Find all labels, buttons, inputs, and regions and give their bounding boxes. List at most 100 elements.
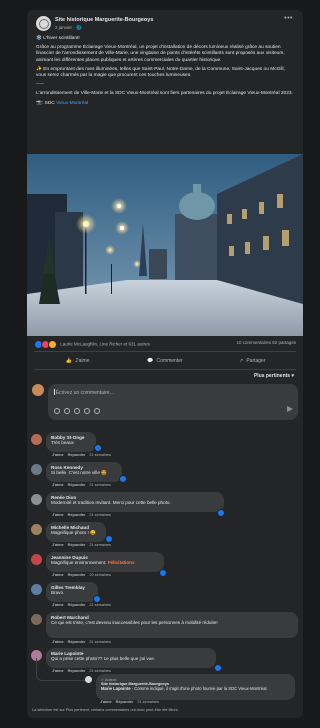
comment-reply-link[interactable]: Répondre (68, 513, 86, 517)
like-badge-icon[interactable] (94, 444, 102, 452)
post-paragraph: ✨ En empruntant des rues illuminées, tel… (36, 66, 285, 79)
comment-time[interactable]: 21 semaines (89, 669, 111, 673)
page-avatar[interactable] (36, 16, 51, 31)
comment-sort-dropdown[interactable]: Plus pertinents ▾ (254, 373, 294, 379)
commenter-avatar[interactable] (31, 554, 42, 565)
comment-bubble: Michelle Michaud Magnifique photo ! 😀 (46, 522, 106, 542)
comment-bubble: Gilles Tremblay Bravo. (46, 582, 98, 602)
like-badge-icon[interactable] (214, 664, 222, 672)
comment-like-link[interactable]: J'aime (52, 573, 64, 577)
globe-icon: 🌐 (76, 25, 82, 30)
comment-time[interactable]: 20 semaines (89, 573, 111, 577)
comment-reply-link[interactable]: Répondre (68, 543, 86, 547)
comment-time[interactable]: 21 semaines (89, 513, 111, 517)
like-badge-icon[interactable] (159, 569, 167, 577)
reaction-names[interactable]: Laurie McLaughlin, Line Richer et 631 au… (60, 342, 150, 347)
comment-reply-link[interactable]: Répondre (68, 603, 86, 607)
post-paragraph: L'arrondissement de Ville-Marie et la SD… (36, 91, 293, 97)
commenter-avatar[interactable] (31, 494, 42, 505)
commenter-avatar[interactable] (31, 524, 42, 535)
like-badge-icon[interactable] (119, 475, 127, 483)
post-paragraph: Grâce au programme Éclairage Vieux-Montr… (36, 45, 285, 63)
comment-text: Marie Lapointe · Comme indiqué, il s'agi… (101, 686, 268, 691)
comment-text: Magnifique environnement. Félicitations (51, 560, 135, 565)
sticker-icon[interactable] (94, 408, 100, 414)
comment-like-link[interactable]: J'aime (100, 700, 112, 704)
post-photo[interactable] (27, 154, 303, 336)
comment-text: Si belle. C'est notre ville 🤩 (51, 470, 107, 475)
reply-thread-line (36, 658, 85, 681)
like-badge-icon[interactable] (105, 535, 113, 543)
comment-reply-link[interactable]: Répondre (68, 573, 86, 577)
wow-reaction-icon (48, 340, 57, 349)
comment-bubble: Jeannine Dupuis Magnifique environnement… (46, 552, 164, 572)
post-header: Site historique Marguerite-Bourgeoys 2 j… (27, 10, 303, 36)
post-text: ❄️ L'hiver scintillant! Grâce au program… (27, 36, 303, 107)
like-badge-icon[interactable] (93, 595, 101, 603)
comment-text: Très beaux (51, 440, 74, 445)
thumbs-up-icon: 👍 (65, 357, 73, 364)
comment-button[interactable]: 💬 Commenter (121, 352, 208, 369)
post-credit: 📸: SDC Vieux-Montréal (36, 100, 89, 106)
comment-highlight: Félicitations (107, 560, 135, 565)
comment-time[interactable]: 21 semaines (89, 453, 111, 457)
commenter-avatar[interactable] (31, 584, 42, 595)
send-icon[interactable] (287, 406, 293, 412)
comment-meta: J'aime Répondre 21 semaines (52, 483, 111, 487)
author-reply: ✓ Auteur Site historique Marguerite-Bour… (85, 674, 295, 700)
comment-placeholder: Écrivez un commentaire… (55, 390, 115, 396)
commenter-avatar[interactable] (31, 614, 42, 625)
comment-bubble: Bobby St-Onge Très beaux (46, 432, 96, 452)
share-button[interactable]: ↗ Partager (209, 352, 296, 369)
composer-toolbar (54, 408, 100, 414)
avatar-sticker-icon[interactable] (54, 408, 60, 414)
post-date[interactable]: 2 janvier · 🌐 (55, 25, 82, 31)
comment-input[interactable]: Écrivez un commentaire… (48, 384, 298, 420)
comment-text: Ce qui est triste, c'est devenu inaccess… (51, 620, 218, 625)
comment-time[interactable]: 21 semaines (89, 543, 111, 547)
page-name[interactable]: Site historique Marguerite-Bourgeoys (55, 17, 153, 23)
comment-time[interactable]: 21 semaines (89, 603, 111, 607)
comment-time[interactable]: 21 semaines (89, 483, 111, 487)
credit-link[interactable]: Vieux-Montréal (56, 101, 88, 106)
comment-meta: J'aime Répondre 21 semaines (52, 513, 111, 517)
comment-like-link[interactable]: J'aime (52, 603, 64, 607)
more-options-icon[interactable]: ••• (284, 15, 293, 22)
gif-icon[interactable] (84, 408, 90, 414)
comment-bubble: ✓ Auteur Site historique Marguerite-Bour… (96, 674, 295, 700)
emoji-icon[interactable] (64, 408, 70, 414)
comment-meta: J'aime Répondre 21 semaines (52, 603, 111, 607)
commenter-avatar[interactable] (31, 434, 42, 445)
comment-icon: 💬 (147, 357, 154, 364)
post-card: Site historique Marguerite-Bourgeoys 2 j… (27, 10, 303, 718)
share-icon: ↗ (239, 357, 244, 364)
comment-time[interactable]: 21 semaines (137, 700, 159, 704)
like-badge-icon[interactable] (217, 509, 225, 517)
comment-like-link[interactable]: J'aime (52, 513, 64, 517)
comment-reply-link[interactable]: Répondre (68, 640, 86, 644)
mention-link[interactable]: Marie Lapointe (101, 686, 131, 691)
comment-meta: J'aime Répondre 21 semaines (52, 543, 111, 547)
camera-icon[interactable] (74, 408, 80, 414)
reaction-icons[interactable] (34, 340, 57, 349)
comment-reply-link[interactable]: Répondre (68, 483, 86, 487)
comment-text: Magnifique photo ! 😀 (51, 530, 96, 535)
page-avatar[interactable] (85, 676, 92, 683)
comment-bubble: Robert Marchand Ce qui est triste, c'est… (46, 612, 298, 638)
comment-like-link[interactable]: J'aime (52, 640, 64, 644)
comment-bubble: Ross Kennedy Si belle. C'est notre ville… (46, 462, 122, 482)
commenter-avatar[interactable] (31, 464, 42, 475)
comment-like-link[interactable]: J'aime (52, 483, 64, 487)
like-button[interactable]: 👍 J'aime (34, 352, 121, 369)
comment-meta: J'aime Répondre 21 semaines (100, 700, 159, 704)
comment-reply-link[interactable]: Répondre (68, 453, 86, 457)
comment-like-link[interactable]: J'aime (52, 543, 64, 547)
comment-share-count[interactable]: 10 commentaires 62 partages (236, 340, 296, 345)
comment-meta: J'aime Répondre 21 semaines (52, 640, 111, 644)
comment-time[interactable]: 21 semaines (89, 640, 111, 644)
comment-like-link[interactable]: J'aime (52, 453, 64, 457)
post-separator: ----- (36, 82, 44, 88)
comment-meta: J'aime Répondre 20 semaines (52, 573, 111, 577)
comment-reply-link[interactable]: Répondre (116, 700, 134, 704)
comment-composer: Écrivez un commentaire… (32, 384, 298, 424)
